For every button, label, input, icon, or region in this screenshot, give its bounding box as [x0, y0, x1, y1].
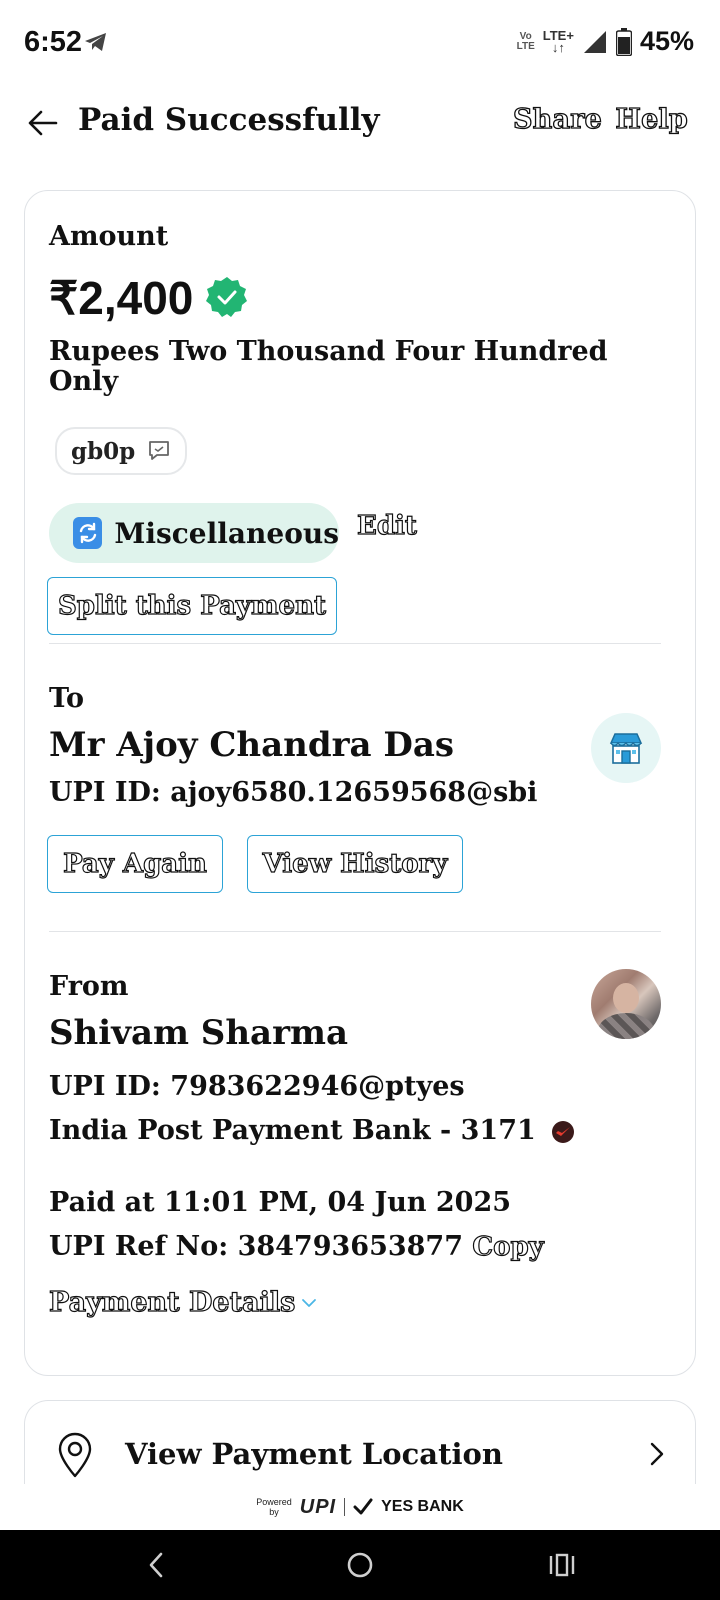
bank-name: India Post Payment Bank - 3171	[49, 1115, 536, 1146]
page-title: Paid Successfully	[78, 102, 380, 138]
payment-details-label: Payment Details	[48, 1286, 296, 1318]
separator	[344, 1498, 346, 1516]
battery-level: 45%	[639, 26, 694, 56]
status-bar: 6:52 Vo LTE LTE+ ↓↑ 45%	[0, 0, 720, 88]
upi-logo: UPI	[299, 1495, 337, 1518]
amount-label: Amount	[49, 221, 169, 252]
bank-partner-logo: YES BANK	[381, 1498, 464, 1515]
note-chip[interactable]: gb0p	[55, 427, 188, 475]
divider	[49, 643, 661, 644]
payment-location-label: View Payment Location	[125, 1437, 503, 1471]
view-history-button[interactable]: View History	[247, 835, 463, 893]
upi-ref: UPI Ref No: 384793653877 Copy	[49, 1231, 545, 1263]
back-arrow-icon[interactable]	[26, 106, 60, 140]
app-header: Paid Successfully Share Help	[0, 88, 720, 178]
payee-name: Mr Ajoy Chandra Das	[49, 725, 455, 765]
payer-name: Shivam Sharma	[49, 1013, 349, 1053]
divider	[49, 931, 661, 932]
powered-by-text: Powered by	[256, 1497, 292, 1517]
from-label: From	[49, 971, 129, 1002]
upi-ref-number: UPI Ref No: 384793653877	[49, 1231, 464, 1262]
amount-in-words: Rupees Two Thousand Four Hundred Only	[49, 336, 608, 397]
bank-logo-icon	[552, 1120, 575, 1143]
edit-category-button[interactable]: Edit	[356, 510, 417, 541]
transaction-card: Amount ₹2,400 Rupees Two Thousand Four H…	[24, 190, 696, 1376]
payer-upi-id: UPI ID: 7983622946@ptyes	[49, 1071, 465, 1102]
copy-button[interactable]: Copy	[472, 1231, 545, 1262]
chevron-right-icon	[650, 1442, 664, 1466]
volte-indicator: Vo LTE	[516, 30, 535, 52]
paid-at: Paid at 11:01 PM, 04 Jun 2025	[49, 1187, 512, 1218]
message-icon	[149, 441, 170, 460]
avatar	[591, 969, 661, 1039]
amount-value: ₹2,400	[49, 272, 194, 324]
telegram-icon	[85, 33, 106, 51]
payment-details-toggle[interactable]: Payment Details	[48, 1286, 317, 1319]
refresh-icon	[73, 517, 103, 549]
to-label: To	[49, 683, 85, 714]
share-button[interactable]: Share	[512, 103, 602, 135]
status-icons: Vo LTE LTE+ ↓↑ 45%	[517, 26, 694, 57]
split-payment-button[interactable]: Split this Payment	[47, 577, 337, 635]
payee-upi-id: UPI ID: ajoy6580.12659568@sbi	[49, 777, 538, 808]
checkmark-icon	[353, 1498, 373, 1515]
nav-home-icon[interactable]	[346, 1550, 374, 1580]
battery-icon	[615, 27, 632, 56]
pay-again-button[interactable]: Pay Again	[47, 835, 223, 893]
network-indicator: LTE+ ↓↑	[542, 27, 574, 55]
category-chip[interactable]: Miscellaneous	[49, 503, 339, 563]
category-label: Miscellaneous	[114, 516, 339, 550]
verified-check-icon	[206, 277, 247, 317]
status-time: 6:52	[24, 26, 83, 58]
nav-back-icon[interactable]	[146, 1550, 166, 1580]
chevron-down-icon	[302, 1298, 317, 1307]
system-navigation-bar	[0, 1530, 720, 1600]
nav-recents-icon[interactable]	[548, 1550, 576, 1580]
powered-by-bar: Powered by UPI YES BANK	[0, 1484, 720, 1530]
help-button[interactable]: Help	[615, 103, 689, 135]
payer-bank: India Post Payment Bank - 3171	[49, 1115, 575, 1146]
store-icon	[591, 713, 661, 783]
note-text: gb0p	[71, 437, 136, 465]
location-pin-icon	[58, 1432, 92, 1478]
signal-icon	[583, 30, 606, 53]
